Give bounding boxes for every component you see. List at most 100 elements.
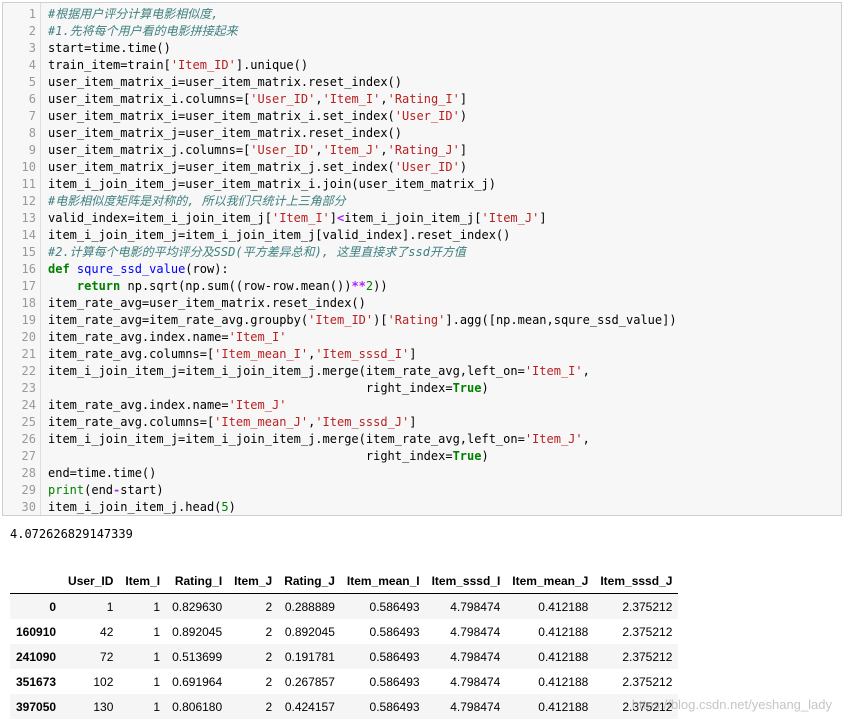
code-line: item_rate_avg=user_item_matrix.reset_ind… [48, 295, 366, 312]
table-row: 241090 72 1 0.513699 2 0.191781 0.586493 4.7984… [10, 644, 679, 669]
code-line: train_item=train['Item_ID'].unique() [48, 57, 308, 74]
row-index: 160910 [16, 624, 57, 639]
table-cell: 2 [265, 649, 273, 664]
code-token: item_rate_avg.index.name= [48, 330, 229, 344]
line-number: 1 [28, 7, 36, 21]
code-token: return [76, 279, 121, 293]
table-cell: 0.586493 [369, 674, 420, 689]
code-token: item_i_join_item_j=item_i_join_item_j.me… [48, 432, 525, 446]
table-cell: 0.586493 [369, 599, 420, 614]
code-token: ].unique() [235, 58, 309, 72]
line-number: 22 [21, 364, 36, 378]
code-line: #电影相似度矩阵是对称的, 所以我们只统计上三角部分 [48, 193, 346, 210]
code-line: right_index=True) [48, 448, 489, 465]
code-token: 'Item_I' [322, 92, 381, 106]
code-token: user_item_matrix_i.columns=[ [48, 92, 251, 106]
code-token: 'Item_sssd_J' [315, 415, 410, 429]
code-cell[interactable]: 1 2 3 4 5 6 7 8 9 10 11 12 13 14 15 16 17 18 19 20 21 22 23 24 2… [2, 2, 842, 516]
table-cell: 0.412188 [538, 699, 589, 714]
header-row: User_ID Item_I Rating_I Item_J Rating_J Item_… [10, 568, 679, 594]
column-header: Rating_J [278, 568, 341, 594]
code-token: 'User_ID' [250, 143, 316, 157]
line-number: 11 [21, 177, 36, 191]
table-cell: 1 [153, 699, 161, 714]
column-header: Item_mean_J [506, 568, 595, 594]
code-line: item_i_join_item_j=item_i_join_item_j.me… [48, 431, 590, 448]
table-cell: 42 [100, 624, 114, 639]
table-cell: 0.191781 [284, 649, 335, 664]
code-token: ] [539, 211, 547, 225]
table-cell: 4.798474 [450, 674, 501, 689]
code-token: 'Rating' [387, 313, 446, 327]
line-number: 5 [28, 75, 36, 89]
code-line: item_i_join_item_j=item_i_join_item_j.me… [48, 363, 590, 380]
code-token: valid_index=item_i_join_item_j[ [48, 211, 272, 225]
line-number: 20 [21, 330, 36, 344]
code-token: ] [459, 143, 468, 157]
code-line: user_item_matrix_i=user_item_matrix.rese… [48, 74, 402, 91]
code-token: item_rate_avg=item_rate_avg.groupby( [48, 313, 309, 327]
watermark: https://blog.csdn.net/yeshang_lady [631, 697, 832, 712]
code-token: ].agg([np.mean,squre_ssd_value]) [445, 313, 677, 327]
code-line: item_i_join_item_j.head(5) [48, 499, 236, 516]
code-token: 'Item_J' [322, 143, 381, 157]
code-token: , [315, 143, 323, 157]
table-cell: 2.375212 [622, 649, 673, 664]
code-token: 'Rating_J' [387, 143, 460, 157]
code-token: def [48, 262, 70, 276]
line-number: 12 [21, 194, 36, 208]
code-line: valid_index=item_i_join_item_j['Item_I']… [48, 210, 547, 227]
table-cell: 1 [153, 624, 161, 639]
code-line: item_i_join_item_j=user_item_matrix_i.jo… [48, 176, 496, 193]
code-line: item_rate_avg=item_rate_avg.groupby('Ite… [48, 312, 677, 329]
code-token: (end [84, 483, 114, 497]
code-token: , [582, 364, 590, 378]
line-number: 9 [28, 143, 36, 157]
code-line: item_i_join_item_j=item_i_join_item_j[va… [48, 227, 510, 244]
table-cell: 0.586493 [369, 624, 420, 639]
code-line: item_rate_avg.index.name='Item_J' [48, 397, 286, 414]
line-number: 3 [28, 41, 36, 55]
table-cell: 1 [106, 599, 114, 614]
code-token: squre_ssd_value [76, 262, 186, 276]
code-token: ) [459, 160, 468, 174]
line-number: 7 [28, 109, 36, 123]
code-token: ) [459, 109, 468, 123]
table-cell: 0.892045 [172, 624, 223, 639]
code-token: , [582, 432, 590, 446]
table-cell: 0.424157 [284, 699, 335, 714]
table-cell: 0.586493 [369, 649, 420, 664]
code-token: user_item_matrix_i=user_item_matrix.rese… [48, 75, 403, 89]
code-token: item_rate_avg.columns=[ [48, 415, 215, 429]
line-number: 27 [21, 449, 36, 463]
line-number: 14 [21, 228, 36, 242]
line-number: 17 [21, 279, 36, 293]
code-token: 'Item_ID' [308, 313, 374, 327]
table-cell: 2 [265, 624, 273, 639]
row-index: 351673 [16, 674, 57, 689]
code-token: #1.先将每个用户看的电影拼接起来 [48, 24, 238, 38]
code-line: user_item_matrix_i=user_item_matrix_i.se… [48, 108, 467, 125]
row-index: 397050 [16, 699, 57, 714]
row-index: 241090 [16, 649, 57, 664]
line-number: 15 [21, 245, 36, 259]
code-token: #2.计算每个电影的平均评分及SSD(平方差异总和), 这里直接求了ssd开方值 [48, 245, 466, 259]
table-cell: 0.412188 [538, 674, 589, 689]
code-token: )[ [373, 313, 388, 327]
table-cell: 4.798474 [450, 599, 501, 614]
code-token: item_i_join_item_j=user_item_matrix_i.jo… [48, 177, 496, 191]
table-cell: 2 [265, 674, 273, 689]
code-token: 'User_ID' [250, 92, 316, 106]
code-token: 'Item_mean_I' [214, 347, 309, 361]
code-line: #2.计算每个电影的平均评分及SSD(平方差异总和), 这里直接求了ssd开方值 [48, 244, 466, 261]
code-token: ) [481, 449, 489, 463]
code-token: 'User_ID' [394, 160, 460, 174]
column-header: Item_sssd_J [594, 568, 679, 594]
table-cell: 0.412188 [538, 599, 589, 614]
code-line: end=time.time() [48, 465, 156, 482]
code-token: , [380, 92, 388, 106]
code-token: 'Item_mean_J' [214, 415, 309, 429]
line-number: 18 [21, 296, 36, 310]
column-header: Item_sssd_I [425, 568, 507, 594]
